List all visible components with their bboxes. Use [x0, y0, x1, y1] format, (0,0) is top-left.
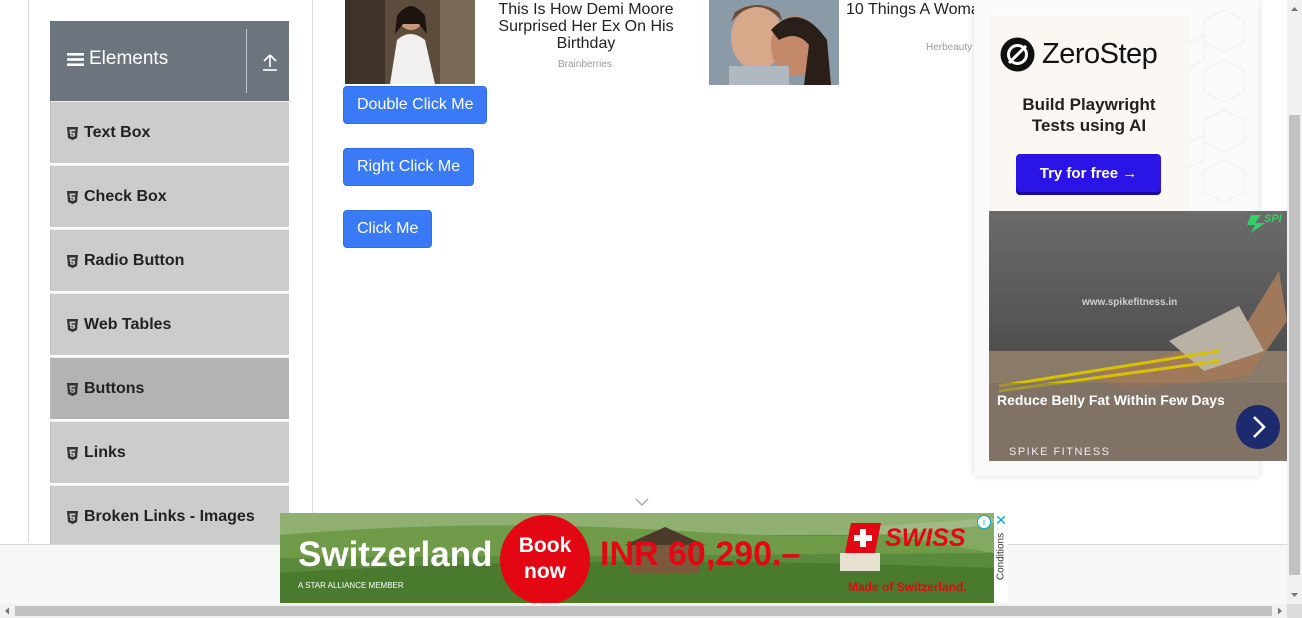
scroll-left-icon[interactable]	[0, 604, 14, 618]
spike-brand: SPIKE FITNESS	[1009, 446, 1111, 458]
ad-source-1: Brainberries	[558, 59, 612, 70]
html5-icon	[67, 190, 78, 204]
scroll-down-icon[interactable]	[1287, 588, 1302, 602]
sidebar-item-label: Check Box	[84, 188, 167, 205]
sidebar-item-label: Text Box	[84, 124, 151, 141]
click-me-button[interactable]: Click Me	[343, 210, 433, 248]
zerostep-ad[interactable]: ZeroStep Build Playwright Tests using AI…	[989, 15, 1189, 211]
sidebar-item-links[interactable]: Links	[50, 421, 289, 483]
swiss-brand: SWISS	[885, 523, 966, 552]
double-click-button[interactable]: Double Click Me	[343, 86, 488, 124]
html5-icon	[67, 318, 78, 332]
chevron-right-icon	[1253, 416, 1266, 438]
sidebar-item-web-tables[interactable]: Web Tables	[50, 293, 289, 355]
swiss-logo: SWISS	[845, 523, 966, 553]
header-divider	[246, 29, 247, 93]
sidebar-item-buttons[interactable]: Buttons	[50, 357, 289, 419]
elements-group-header[interactable]: Elements	[50, 21, 289, 101]
swiss-headline: Switzerland	[298, 535, 493, 574]
right-click-button[interactable]: Right Click Me	[343, 148, 475, 186]
ad-conditions-label[interactable]: Conditions	[996, 527, 1007, 587]
swiss-flag-icon	[845, 523, 881, 553]
try-for-free-button[interactable]: Try for free →	[1016, 154, 1161, 192]
spike-fitness-ad[interactable]: SPI www.spikefitness.in Reduce Belly Fat…	[989, 211, 1287, 461]
vertical-scrollbar[interactable]	[1287, 0, 1302, 604]
sidebar-right-border	[312, 0, 313, 543]
html5-icon	[67, 510, 78, 524]
book-now-button[interactable]: Book now	[500, 515, 590, 603]
ad-photo	[709, 0, 839, 85]
html5-icon	[67, 126, 78, 140]
ad-info-icon[interactable]: i	[977, 515, 991, 529]
swiss-made: Made of Switzerland.	[848, 580, 967, 594]
sidebar-item-label: Links	[84, 444, 126, 461]
sidebar-item-label: Buttons	[84, 380, 145, 397]
scrollbar-corner	[1287, 604, 1302, 618]
sidebar-item-label: Radio Button	[84, 252, 185, 269]
ad-source-2: Herbeauty	[926, 42, 973, 53]
spike-headline: Reduce Belly Fat Within Few Days	[997, 392, 1225, 408]
sidebar-item-check-box[interactable]: Check Box	[50, 165, 289, 227]
html5-icon	[67, 446, 78, 460]
zerostep-tagline: Build Playwright Tests using AI	[1022, 95, 1156, 135]
spike-logo-text: SPI	[1264, 213, 1282, 225]
ad-headline-2[interactable]: 10 Things A Woman Does With A Man	[846, 1, 974, 18]
swiss-price: INR 60,290.–	[600, 535, 801, 573]
scroll-right-icon[interactable]	[1273, 604, 1287, 618]
collapse-arrow-icon[interactable]	[261, 52, 279, 72]
ad-image-couple[interactable]	[709, 0, 839, 85]
star-alliance-text: A STAR ALLIANCE MEMBER	[298, 581, 404, 590]
page-left-border	[28, 0, 29, 543]
sidebar-item-label: Broken Links - Images	[84, 508, 255, 525]
swiss-ad[interactable]: Switzerland A STAR ALLIANCE MEMBER Book …	[280, 513, 1008, 603]
sidebar-item-label: Web Tables	[84, 316, 172, 333]
spike-watermark: www.spikefitness.in	[1082, 297, 1178, 308]
sidebar-item-text-box[interactable]: Text Box	[50, 101, 289, 163]
horizontal-scrollbar[interactable]	[0, 604, 1287, 618]
hamburger-icon	[67, 52, 84, 66]
sidebar-item-broken-links-images[interactable]: Broken Links - Images	[50, 485, 289, 547]
chevron-down-icon[interactable]	[635, 498, 649, 507]
ad-close-icon[interactable]: ✕	[994, 513, 1008, 527]
elements-title: Elements	[67, 48, 168, 70]
ad-image-demi-moore[interactable]	[345, 0, 475, 84]
ad-photo	[345, 0, 475, 84]
scroll-up-icon[interactable]	[1287, 2, 1302, 16]
html5-icon	[67, 254, 78, 268]
horizontal-scroll-thumb[interactable]	[15, 606, 1272, 616]
sidebar-item-radio-button[interactable]: Radio Button	[50, 229, 289, 291]
zerostep-brand: ZeroStep	[1042, 38, 1158, 70]
zerostep-logo-icon	[1000, 37, 1035, 72]
elements-title-label: Elements	[89, 48, 169, 69]
zerostep-logo: ZeroStep	[999, 36, 1158, 73]
ad-headline-1[interactable]: This Is How Demi Moore Surprised Her Ex …	[490, 1, 682, 52]
vertical-scroll-thumb[interactable]	[1289, 115, 1300, 575]
spike-next-button[interactable]	[1236, 405, 1280, 449]
book-now-label: Book now	[518, 534, 572, 583]
html5-icon	[67, 382, 78, 396]
